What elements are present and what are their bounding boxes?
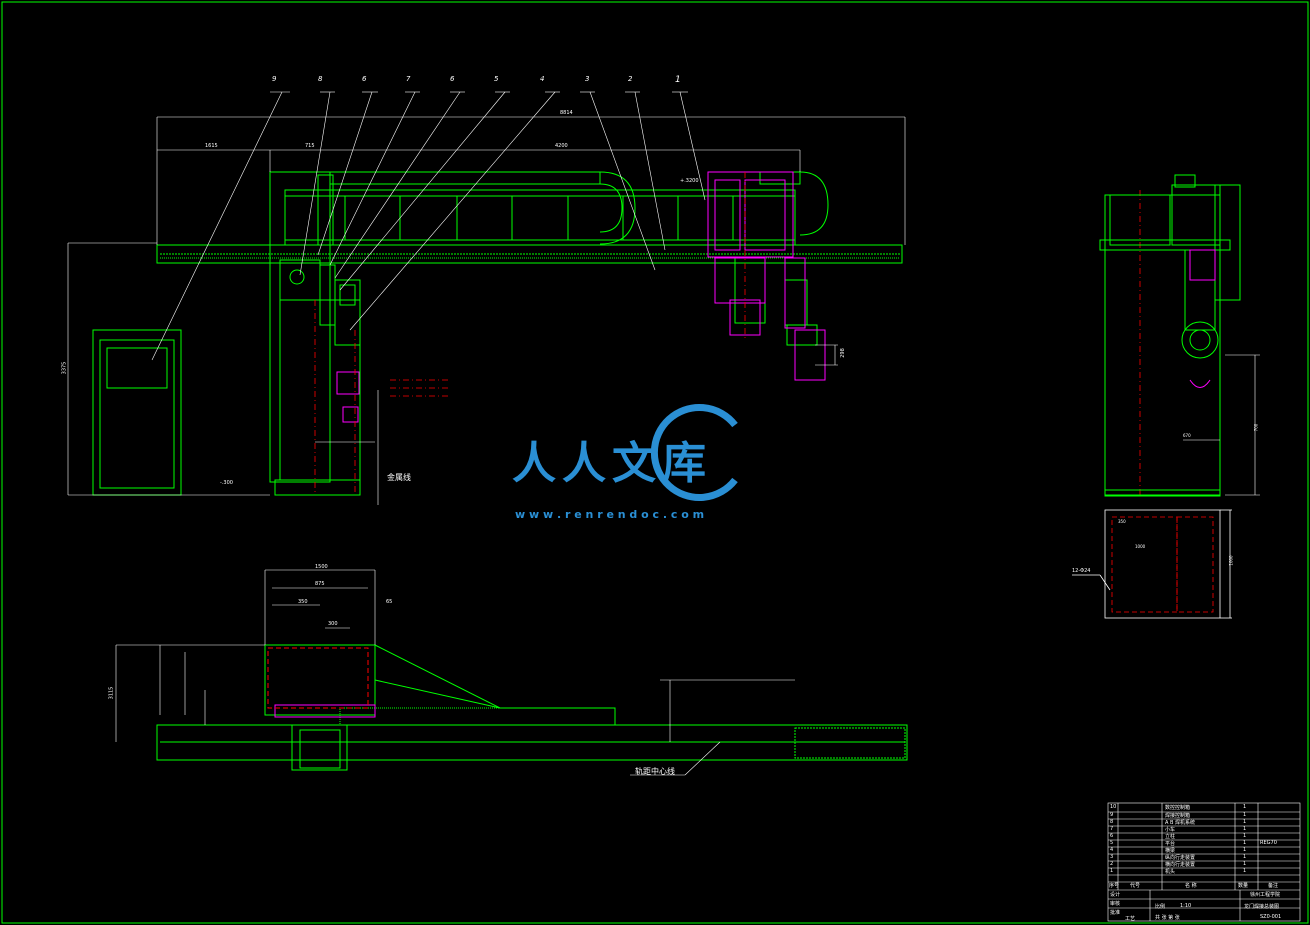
tb-row-4-no: 4 (1110, 847, 1114, 853)
dim-298: 298 (839, 348, 846, 358)
tb-row-7-name: 小车 (1165, 827, 1176, 833)
tb-row-1-no: 1 (1110, 868, 1114, 874)
tb-row-5-qty: 1 (1243, 840, 1247, 846)
tb-row-5-name: 平台 (1165, 841, 1176, 847)
tb-row-3-no: 3 (1110, 854, 1114, 860)
dim-bottom-left: 3115 (108, 686, 115, 700)
side-ghost (1189, 249, 1216, 388)
centerlines (314, 172, 1141, 495)
tb-check: 审核 (1110, 901, 1121, 907)
side-w1: 350 (1118, 519, 1126, 524)
tb-header-note: 备注 (1268, 883, 1279, 889)
tb-row-2-qty: 1 (1243, 861, 1247, 867)
side-h1: 700 (1253, 423, 1259, 432)
plan-dims (115, 569, 795, 776)
tb-process: 工艺 (1125, 916, 1136, 922)
tb-header-qty: 数量 (1238, 883, 1249, 889)
tb-sheet: 共 张 第 张 (1155, 915, 1180, 921)
tb-row-4-name: 横梁 (1165, 848, 1176, 854)
tb-header-name: 名 称 (1185, 883, 1197, 889)
callout-6b: 6 (450, 75, 455, 83)
tb-row-2-name: 横向行走装置 (1165, 862, 1196, 868)
dim-bottom-c: 65 (386, 599, 393, 605)
callout-5: 5 (494, 75, 499, 83)
callout-3: 3 (585, 75, 590, 83)
front-view (92, 171, 903, 496)
dim-bottom-inner: 875 (315, 581, 325, 587)
tb-row-9-no: 9 (1110, 812, 1114, 818)
side-h3: 1000 (1228, 555, 1234, 566)
side-base (1072, 509, 1232, 619)
dim-bottom-b: 300 (328, 621, 338, 627)
tb-row-3-qty: 1 (1243, 854, 1247, 860)
dim-floor: -.300 (220, 480, 233, 486)
tb-row-10-name: 数控控制箱 (1165, 805, 1191, 811)
tb-design: 设计 (1110, 892, 1121, 898)
dim-span-left: 1615 (205, 143, 218, 149)
tb-drawing-title: 龙门焊接总装图 (1244, 904, 1280, 910)
watermark-chars: 人人文库 (512, 438, 712, 489)
tb-scale-label: 比例 (1155, 904, 1166, 910)
dim-span-mid: 715 (305, 143, 315, 149)
tb-scale-value: 1:10 (1180, 903, 1192, 909)
tb-drawing-no: SZ0-001 (1260, 914, 1282, 920)
tb-row-8-name: A B 焊机系统 (1165, 820, 1196, 826)
rail-center-label: 轨距中心线 (635, 767, 675, 776)
dim-overall: 8814 (560, 110, 573, 116)
watermark-url: w w w . r e n r e n d o c . c o m (515, 508, 705, 521)
side-h2: 670 (1183, 433, 1191, 438)
callout-8: 8 (318, 75, 323, 83)
callout-1: 1 (675, 75, 681, 85)
tb-row-1-name: 机头 (1165, 869, 1176, 875)
dim-bottom-a: 350 (298, 599, 308, 605)
tb-row-7-qty: 1 (1243, 826, 1247, 832)
tb-approve: 批准 (1110, 910, 1121, 916)
side-view (1099, 174, 1241, 497)
tb-row-10-no: 10 (1110, 804, 1117, 810)
ghost-head (336, 171, 826, 423)
tb-row-6-qty: 1 (1243, 833, 1247, 839)
callout-9: 9 (272, 75, 277, 83)
tb-row-10-qty: 1 (1243, 804, 1247, 810)
side-dims (1183, 354, 1260, 496)
tb-row-7-no: 7 (1110, 826, 1114, 832)
tb-row-3-name: 纵向行走装置 (1165, 855, 1196, 861)
callout-6a: 6 (362, 75, 367, 83)
tb-row-9-name: 焊接控制箱 (1165, 813, 1191, 819)
dim-height-left: 3375 (61, 361, 68, 375)
side-w2: 1000 (1135, 544, 1146, 549)
tb-header-no: 序号 (1109, 883, 1120, 889)
plan-ghost (267, 647, 376, 718)
dimension-lines (67, 116, 906, 505)
callout-leaders (151, 91, 706, 361)
callout-2: 2 (628, 75, 633, 83)
callout-7: 7 (406, 75, 411, 83)
tb-school: 徐州工程学院 (1250, 892, 1281, 898)
tb-row-4-qty: 1 (1243, 847, 1247, 853)
callout-4: 4 (540, 75, 545, 83)
tb-row-6-name: 立柱 (1165, 834, 1176, 840)
tb-row-6-no: 6 (1110, 833, 1114, 839)
tb-header-code: 代号 (1130, 883, 1141, 889)
tb-row-2-no: 2 (1110, 861, 1114, 867)
metal-line-label: 金属线 (387, 473, 411, 482)
dim-elev-top: +.3200 (680, 178, 699, 184)
tb-row-5-no: 5 (1110, 840, 1114, 846)
tb-row-9-qty: 1 (1243, 812, 1247, 818)
dim-span-right: 4200 (555, 143, 568, 149)
tb-row-8-qty: 1 (1243, 819, 1247, 825)
tb-row-1-qty: 1 (1243, 868, 1247, 874)
tb-row-5-note: REG70 (1260, 840, 1277, 846)
side-base-hole: 12-Φ24 (1072, 568, 1091, 574)
tb-row-8-no: 8 (1110, 819, 1114, 825)
dim-bottom-top: 1500 (315, 564, 328, 570)
